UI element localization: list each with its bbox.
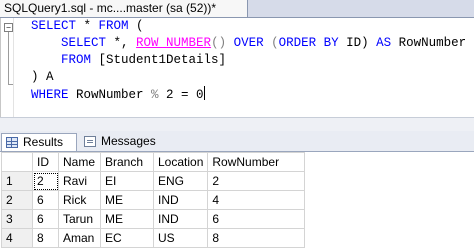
code-line-2: SELECT *, ROW_NUMBER() OVER (ORDER BY ID… (61, 36, 467, 50)
results-tab-bar: Results Messages (0, 131, 474, 152)
tab-results[interactable]: Results (1, 133, 77, 151)
cell-location[interactable]: ENG (152, 171, 209, 191)
table-row: 3 6 Tarun ME IND 6 (1, 209, 306, 229)
sql-code[interactable]: SELECT * FROM ( SELECT *, ROW_NUMBER() O… (31, 18, 466, 104)
code-line-3: FROM [Student1Details] (61, 53, 227, 67)
table-row: 1 2 Ravi EI ENG 2 (1, 171, 306, 191)
grid-header-row: ID Name Branch Location RowNumber (1, 152, 306, 172)
code-line-4: ) A (31, 70, 54, 84)
row-number[interactable]: 2 (1, 190, 33, 210)
code-line-1: SELECT * FROM ( (31, 19, 144, 33)
cell-rownumber[interactable]: 2 (207, 171, 306, 191)
cell-location[interactable]: US (152, 228, 209, 248)
cell-rownumber[interactable]: 6 (207, 209, 306, 229)
cell-branch[interactable]: ME (100, 190, 154, 210)
row-number[interactable]: 1 (1, 171, 33, 191)
messages-icon (84, 136, 96, 147)
cell-name[interactable]: Ravi (58, 171, 101, 191)
cell-name[interactable]: Aman (58, 228, 101, 248)
results-grid-pane: ID Name Branch Location RowNumber 1 2 Ra… (0, 152, 474, 251)
cell-rownumber[interactable]: 4 (207, 190, 306, 210)
cell-name[interactable]: Tarun (58, 209, 101, 229)
column-header-name[interactable]: Name (58, 152, 101, 172)
cell-id[interactable]: 2 (32, 171, 59, 191)
results-grid[interactable]: ID Name Branch Location RowNumber 1 2 Ra… (1, 152, 306, 248)
column-header-location[interactable]: Location (152, 152, 209, 172)
cell-id[interactable]: 6 (32, 209, 59, 229)
query-document-tab[interactable]: SQLQuery1.sql - mc....master (sa (52))* (0, 0, 248, 17)
cell-id[interactable]: 8 (32, 228, 59, 248)
pane-splitter[interactable] (0, 117, 474, 131)
tab-messages-label: Messages (101, 134, 156, 148)
document-tab-bar: SQLQuery1.sql - mc....master (sa (52))* (0, 0, 474, 18)
column-header-rownumber[interactable]: RowNumber (207, 152, 306, 172)
text-cursor (203, 86, 205, 100)
table-row: 4 8 Aman EC US 8 (1, 228, 306, 248)
editor-gutter: − (1, 18, 14, 117)
row-header-corner[interactable] (1, 152, 33, 172)
outline-fold-line (8, 32, 9, 84)
column-header-id[interactable]: ID (32, 152, 59, 172)
column-header-branch[interactable]: Branch (100, 152, 154, 172)
tab-results-label: Results (23, 135, 64, 149)
tab-messages[interactable]: Messages (80, 133, 170, 151)
cell-location[interactable]: IND (152, 209, 209, 229)
cell-id[interactable]: 6 (32, 190, 59, 210)
table-row: 2 6 Rick ME IND 4 (1, 190, 306, 210)
sql-editor[interactable]: − SELECT * FROM ( SELECT *, ROW_NUMBER()… (0, 18, 474, 117)
cell-rownumber[interactable]: 8 (207, 228, 306, 248)
collapse-outline-icon[interactable]: − (4, 23, 13, 32)
row-number[interactable]: 3 (1, 209, 33, 229)
cell-location[interactable]: IND (152, 190, 209, 210)
row-number[interactable]: 4 (1, 228, 33, 248)
query-document-title: SQLQuery1.sql - mc....master (sa (52))* (4, 1, 217, 15)
code-line-5: WHERE RowNumber % 2 = 0 (31, 86, 205, 102)
cell-branch[interactable]: EC (100, 228, 154, 248)
results-grid-icon (6, 137, 18, 148)
cell-branch[interactable]: EI (100, 171, 154, 191)
cell-name[interactable]: Rick (58, 190, 101, 210)
outline-fold-end (8, 84, 13, 85)
cell-branch[interactable]: ME (100, 209, 154, 229)
